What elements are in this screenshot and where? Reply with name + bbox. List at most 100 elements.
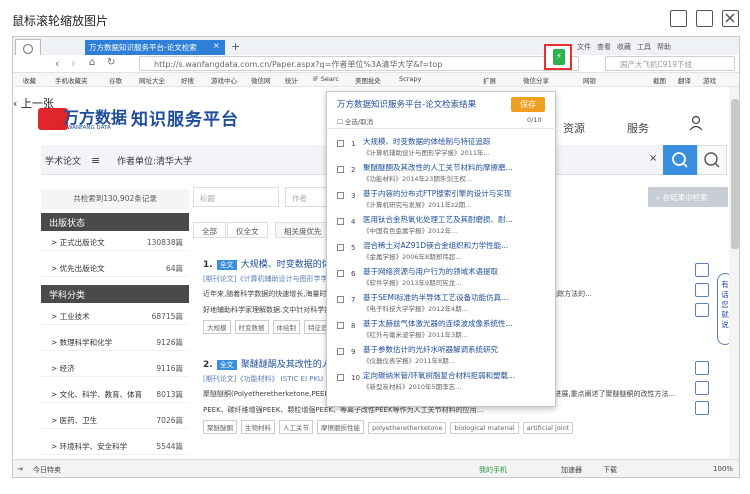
sidebar-item[interactable]: > 经济 9116篇	[41, 359, 189, 377]
tab-active[interactable]: 万方数据知识服务平台-论文检索	[85, 40, 225, 55]
item-checkbox[interactable]	[337, 374, 344, 381]
refresh-icon[interactable]: ↻	[107, 57, 115, 68]
sidebar-toggle-icon[interactable]: ⇥	[17, 465, 23, 473]
menu-favorites[interactable]: 收藏	[617, 42, 631, 52]
read-icon[interactable]	[695, 283, 709, 297]
menu-help[interactable]: 帮助	[657, 42, 671, 52]
popup-list-item[interactable]: 9 基于参数估计的光纤水听器解调系统研究 《仪器仪表学报》2011年8期...	[337, 344, 549, 370]
bookmark[interactable]: 微信分享	[523, 75, 549, 85]
nav-services[interactable]: 服务	[627, 120, 649, 136]
today-deals-link[interactable]: 今日特卖	[33, 465, 61, 475]
bookmark[interactable]: 网银	[583, 75, 596, 85]
speed-mode-icon-highlighted[interactable]: ⚡	[544, 44, 572, 70]
bookmark[interactable]: 微信网	[251, 75, 271, 85]
search-type-select[interactable]: 学术论文	[45, 154, 81, 167]
bookmark[interactable]: 截图	[653, 75, 666, 85]
bookmark[interactable]: 游戏中心	[211, 75, 237, 85]
bookmark[interactable]: 游戏	[703, 75, 716, 85]
bookmark[interactable]: 统计	[285, 75, 298, 85]
bookmark[interactable]: Scrapy	[399, 75, 421, 83]
item-checkbox[interactable]	[337, 244, 344, 251]
popup-list-item[interactable]: 8 基于太赫兹气体激光器的连续波成像系统性... 《红外与毫米波学报》2011年3期…	[337, 318, 549, 344]
bookmark[interactable]: 收藏	[23, 75, 36, 85]
keyword-tag[interactable]: 人工关节	[279, 420, 313, 434]
restore-window-icon[interactable]	[696, 10, 713, 27]
bookmark[interactable]: 好搜	[181, 75, 194, 85]
keyword-tag[interactable]: polyetheretherketone	[368, 422, 447, 434]
accelerator-link[interactable]: 加速器	[561, 465, 582, 475]
title-filter-input[interactable]: 标题	[193, 187, 279, 207]
sidebar-item[interactable]: > 环境科学、安全科学 5544篇	[41, 437, 189, 455]
keyword-tag[interactable]: 时变数据	[234, 320, 269, 334]
share-icon[interactable]	[695, 303, 709, 317]
menu-tools[interactable]: 工具	[637, 42, 651, 52]
item-checkbox[interactable]	[337, 296, 344, 303]
download-icon[interactable]	[695, 361, 709, 375]
popup-list-item[interactable]: 5 混合稀土对AZ91D镁合金组织和力学性能... 《金属学报》2006年8期郑伟超…	[337, 240, 549, 266]
item-checkbox[interactable]	[337, 270, 344, 277]
user-icon[interactable]	[689, 115, 703, 131]
bookmark[interactable]: 翻译	[678, 75, 691, 85]
zoom-level[interactable]: 100%	[713, 465, 733, 473]
tab-fulltext[interactable]: 仅全文	[227, 222, 268, 238]
keyword-tag[interactable]: 体绘制	[272, 320, 300, 334]
item-checkbox[interactable]	[337, 348, 344, 355]
browser-search-input[interactable]: 国产大飞机C919下线	[605, 56, 735, 71]
scrollbar[interactable]	[729, 87, 739, 459]
save-button[interactable]: 保存	[511, 97, 545, 112]
item-checkbox[interactable]	[337, 192, 344, 199]
download-icon[interactable]	[695, 263, 709, 277]
sidebar-item[interactable]: > 医药、卫生 7026篇	[41, 411, 189, 429]
read-icon[interactable]	[695, 381, 709, 395]
sort-relevance[interactable]: 相关度优先	[275, 222, 331, 238]
tab-close-icon[interactable]: ×	[213, 41, 220, 50]
popup-list-item[interactable]: 6 基于网络资源与用户行为的领域术语提取 《软件学报》2013年9期司宪龙...	[337, 266, 549, 292]
my-phone-link[interactable]: 我的手机	[479, 465, 507, 475]
select-all-checkbox[interactable]: ☐ 全选/取消	[337, 116, 373, 126]
download-link[interactable]: 下载	[603, 465, 617, 475]
open-external-icon[interactable]	[670, 10, 687, 27]
sidebar-item[interactable]: > 正式出版论文 130838篇	[41, 233, 189, 251]
keyword-tag[interactable]: biological material	[450, 422, 519, 434]
item-checkbox[interactable]	[337, 322, 344, 329]
menu-file[interactable]: 文件	[577, 42, 591, 52]
home-icon[interactable]: ⌂	[89, 57, 95, 68]
keyword-tag[interactable]: 摩擦磨损性能	[317, 420, 364, 434]
popup-list-item[interactable]: 2 聚醚醚酮及其改性的人工关节材料的摩擦磨... 《功能材料》2014年23期朱剑王…	[337, 162, 549, 188]
keyword-tag[interactable]: artificial joint	[522, 422, 574, 434]
tab-all[interactable]: 全部	[193, 222, 226, 238]
address-input[interactable]: http://s.wanfangdata.com.cn/Paper.aspx?q…	[139, 56, 579, 71]
forward-icon[interactable]: ›	[71, 57, 75, 70]
keyword-tag[interactable]: 聚醚醚酮	[203, 420, 237, 434]
scrollbar-thumb[interactable]	[731, 99, 739, 249]
popup-list-item[interactable]: 4 医用钛合金热氧化处理工艺及其耐磨损、耐... 《中国有色金属学报》2012年..…	[337, 214, 549, 240]
sidebar-item[interactable]: > 工业技术 68715篇	[41, 307, 189, 325]
item-checkbox[interactable]	[337, 166, 344, 173]
bookmark[interactable]: 扩展	[483, 75, 496, 85]
bookmark[interactable]: IF Searc	[313, 75, 339, 83]
search-button[interactable]	[663, 145, 697, 175]
item-checkbox[interactable]	[337, 218, 344, 225]
close-viewer-icon[interactable]	[722, 10, 739, 27]
search-input[interactable]: 作者单位:清华大学	[117, 154, 192, 167]
bookmark[interactable]: 网址大全	[139, 75, 165, 85]
sidebar-item[interactable]: > 优先出版论文 64篇	[41, 259, 189, 277]
popup-list-item[interactable]: 3 基于内容的分布式FTP搜索引擎的设计与实现 《计算机研究与发展》2011年z2期…	[337, 188, 549, 214]
menu-icon[interactable]: ≡	[91, 154, 100, 167]
share-icon[interactable]	[695, 401, 709, 415]
keyword-tag[interactable]: 大规模	[203, 320, 231, 334]
bookmark[interactable]: 手机收藏夹	[55, 75, 88, 85]
nav-resources[interactable]: 资源	[563, 120, 585, 136]
sidebar-item[interactable]: > 文化、科学、教育、体育 8013篇	[41, 385, 189, 403]
popup-list-item[interactable]: 1 大规模、时变数据的体绘制与特征追踪 《计算机辅助设计与图形学学报》2011年..…	[337, 136, 549, 162]
new-tab-button[interactable]: +	[231, 40, 240, 53]
keyword-tag[interactable]: 生物材料	[241, 420, 275, 434]
back-icon[interactable]: ‹	[55, 57, 59, 70]
clear-search-icon[interactable]: ×	[649, 153, 657, 164]
refine-search-button[interactable]: ⌕ 在结果中检索	[648, 187, 728, 207]
advanced-search-icon[interactable]	[697, 145, 727, 175]
menu-view[interactable]: 查看	[597, 42, 611, 52]
bookmark[interactable]: 美图批处	[355, 75, 381, 85]
popup-list-item[interactable]: 10 定向碳纳米管/环氧树脂复合材料拒弱和塑载... 《新型炭材料》2010年5期李…	[337, 370, 549, 396]
item-checkbox[interactable]	[337, 140, 344, 147]
